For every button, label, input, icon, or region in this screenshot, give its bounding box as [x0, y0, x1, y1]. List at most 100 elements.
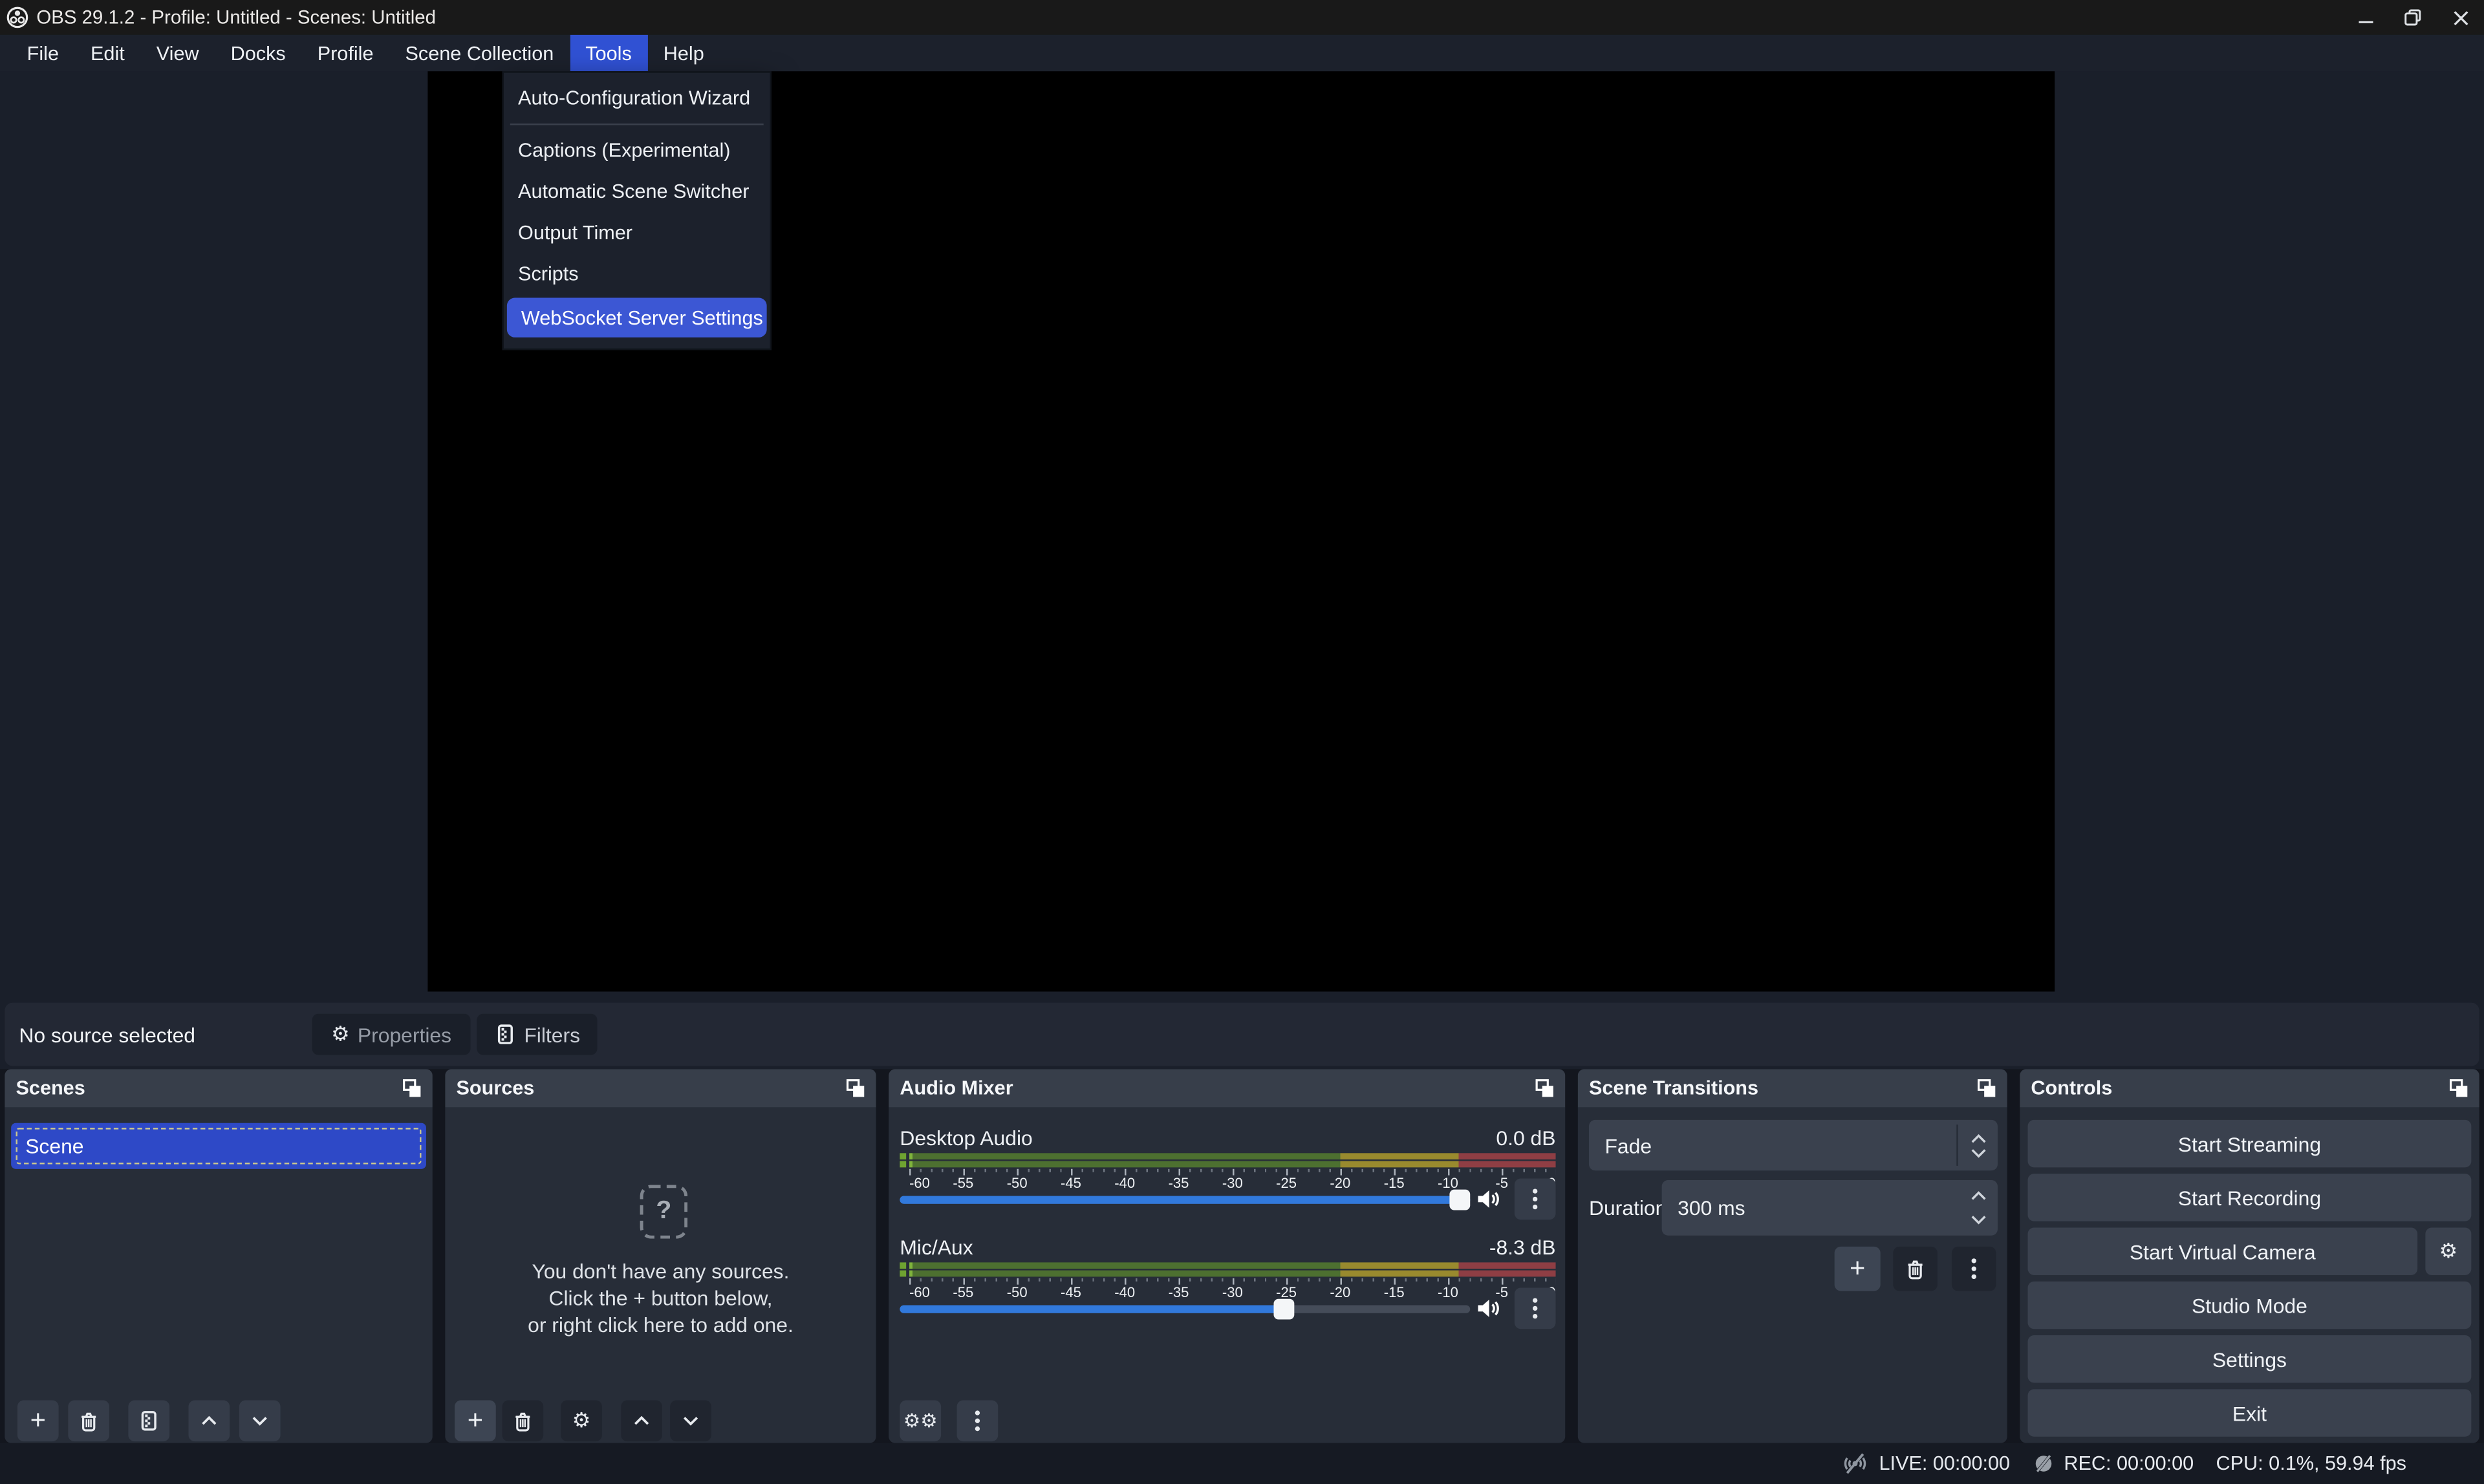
obs-window: OBS 29.1.2 - Profile: Untitled - Scenes:… [0, 0, 2484, 1484]
menu-edit[interactable]: Edit [75, 35, 141, 71]
mixer-channel-mic-aux: Mic/Aux -8.3 dB -60 -55 -50 -45 -40 -35 … [900, 1236, 1555, 1337]
advanced-audio-button[interactable]: ⚙⚙ [900, 1400, 941, 1441]
add-scene-button[interactable]: + [17, 1400, 59, 1441]
question-mark-icon: ? [640, 1185, 687, 1238]
start-virtual-camera-button[interactable]: Start Virtual Camera [2028, 1227, 2418, 1274]
minimize-button[interactable] [2342, 0, 2389, 35]
source-context-toolbar: No source selected ⚙ Properties Filters [5, 1003, 2479, 1066]
controls-header[interactable]: Controls [2020, 1069, 2479, 1107]
scenes-header[interactable]: Scenes [5, 1069, 432, 1107]
duration-spinbox[interactable]: 300 ms [1662, 1180, 1998, 1236]
meter-indicator [900, 1271, 906, 1277]
channel-menu-button[interactable] [1515, 1179, 1556, 1220]
channel-name: Desktop Audio [900, 1126, 1032, 1150]
settings-button[interactable]: Settings [2028, 1335, 2472, 1382]
empty-sources-line: or right click here to add one. [445, 1313, 876, 1337]
live-time: LIVE: 00:00:00 [1879, 1452, 2010, 1474]
volume-meter [909, 1271, 1555, 1277]
start-recording-button[interactable]: Start Recording [2028, 1174, 2472, 1221]
menu-view[interactable]: View [140, 35, 215, 71]
menu-item-auto-configuration-wizard[interactable]: Auto-Configuration Wizard [504, 78, 770, 119]
speaker-icon[interactable] [1475, 1188, 1500, 1210]
menu-scene-collection[interactable]: Scene Collection [389, 35, 570, 71]
slider-handle[interactable] [1449, 1190, 1470, 1210]
scene-transitions-title: Scene Transitions [1589, 1077, 1758, 1099]
transition-value: Fade [1604, 1134, 1652, 1157]
remove-scene-button[interactable] [68, 1400, 109, 1441]
remove-source-button[interactable] [502, 1400, 544, 1441]
menu-item-output-timer[interactable]: Output Timer [504, 212, 770, 253]
cpu-fps-text: CPU: 0.1%, 59.94 fps [2216, 1452, 2406, 1474]
rec-status: REC: 00:00:00 [2032, 1452, 2194, 1474]
transition-select[interactable]: Fade [1589, 1120, 1998, 1170]
mixer-channel-desktop-audio: Desktop Audio 0.0 dB -60 -55 -50 -45 -40… [900, 1126, 1555, 1228]
volume-slider[interactable] [900, 1305, 1470, 1313]
speaker-icon[interactable] [1475, 1297, 1500, 1319]
properties-button[interactable]: ⚙ Properties [312, 1014, 471, 1055]
filters-label: Filters [524, 1022, 580, 1046]
popout-icon[interactable] [402, 1079, 421, 1097]
source-properties-button[interactable]: ⚙ [561, 1400, 602, 1441]
menu-profile[interactable]: Profile [301, 35, 389, 71]
scenes-title: Scenes [16, 1077, 85, 1099]
add-transition-button[interactable]: + [1835, 1247, 1881, 1291]
menu-item-captions[interactable]: Captions (Experimental) [504, 130, 770, 171]
source-down-button[interactable] [670, 1400, 711, 1441]
spin-arrows[interactable] [1971, 1180, 1986, 1236]
transition-menu-button[interactable] [1952, 1247, 1996, 1291]
meter-scale: -60 -55 -50 -45 -40 -35 -30 -25 -20 -15 … [909, 1285, 1555, 1300]
title-bar[interactable]: OBS 29.1.2 - Profile: Untitled - Scenes:… [0, 0, 2484, 35]
menu-docks[interactable]: Docks [215, 35, 301, 71]
slider-fill [900, 1305, 1284, 1313]
studio-mode-button[interactable]: Studio Mode [2028, 1282, 2472, 1329]
menu-item-automatic-scene-switcher[interactable]: Automatic Scene Switcher [504, 171, 770, 213]
volume-slider[interactable] [900, 1196, 1470, 1203]
source-up-button[interactable] [621, 1400, 662, 1441]
menu-tools[interactable]: Tools [570, 35, 647, 71]
menu-help[interactable]: Help [647, 35, 720, 71]
gear-icon: ⚙ [2439, 1241, 2458, 1262]
add-source-button[interactable]: + [455, 1400, 496, 1441]
menu-file[interactable]: File [11, 35, 74, 71]
scene-up-button[interactable] [189, 1400, 230, 1441]
dock-area: Scenes Scene + Sources ? You don't have … [0, 1069, 2484, 1443]
filter-icon [494, 1023, 516, 1045]
empty-sources-line: You don't have any sources. [445, 1259, 876, 1283]
controls-panel: Controls Start Streaming Start Recording… [2020, 1069, 2479, 1443]
exit-button[interactable]: Exit [2028, 1389, 2472, 1436]
scene-list-item[interactable]: Scene [11, 1123, 426, 1169]
audio-mixer-header[interactable]: Audio Mixer [889, 1069, 1565, 1107]
controls-title: Controls [2031, 1077, 2112, 1099]
popout-icon[interactable] [2449, 1079, 2468, 1097]
popout-icon[interactable] [846, 1079, 865, 1097]
popout-icon[interactable] [1535, 1079, 1554, 1097]
sources-header[interactable]: Sources [445, 1069, 876, 1107]
popout-icon[interactable] [1977, 1079, 1996, 1097]
channel-menu-button[interactable] [1515, 1288, 1556, 1329]
meter-ticks [909, 1169, 1555, 1176]
menu-bar: File Edit View Docks Profile Scene Colle… [0, 35, 2484, 71]
combo-arrows[interactable] [1971, 1120, 1986, 1170]
live-status: LIVE: 00:00:00 [1841, 1452, 2010, 1474]
menu-item-websocket-server-settings[interactable]: WebSocket Server Settings [507, 298, 767, 338]
remove-transition-button[interactable] [1893, 1247, 1938, 1291]
filters-button[interactable]: Filters [477, 1014, 597, 1055]
double-gear-icon: ⚙⚙ [903, 1412, 938, 1430]
live-signal-icon [1841, 1452, 1870, 1474]
record-icon [2032, 1452, 2054, 1474]
scene-filters-button[interactable] [128, 1400, 169, 1441]
meter-indicator [900, 1262, 906, 1269]
menu-item-scripts[interactable]: Scripts [504, 253, 770, 295]
scene-transitions-header[interactable]: Scene Transitions [1578, 1069, 2007, 1107]
source-status-label: No source selected [19, 1022, 195, 1046]
channel-level: -8.3 dB [1489, 1236, 1556, 1260]
restore-button[interactable] [2389, 0, 2436, 35]
mixer-menu-button[interactable] [957, 1400, 999, 1441]
scene-down-button[interactable] [239, 1400, 281, 1441]
virtual-camera-settings-button[interactable]: ⚙ [2425, 1227, 2471, 1274]
close-button[interactable] [2437, 0, 2484, 35]
start-streaming-button[interactable]: Start Streaming [2028, 1120, 2472, 1167]
status-bar: LIVE: 00:00:00 REC: 00:00:00 CPU: 0.1%, … [0, 1443, 2484, 1484]
spin-up-icon [1971, 1191, 1986, 1201]
slider-handle[interactable] [1273, 1299, 1294, 1320]
